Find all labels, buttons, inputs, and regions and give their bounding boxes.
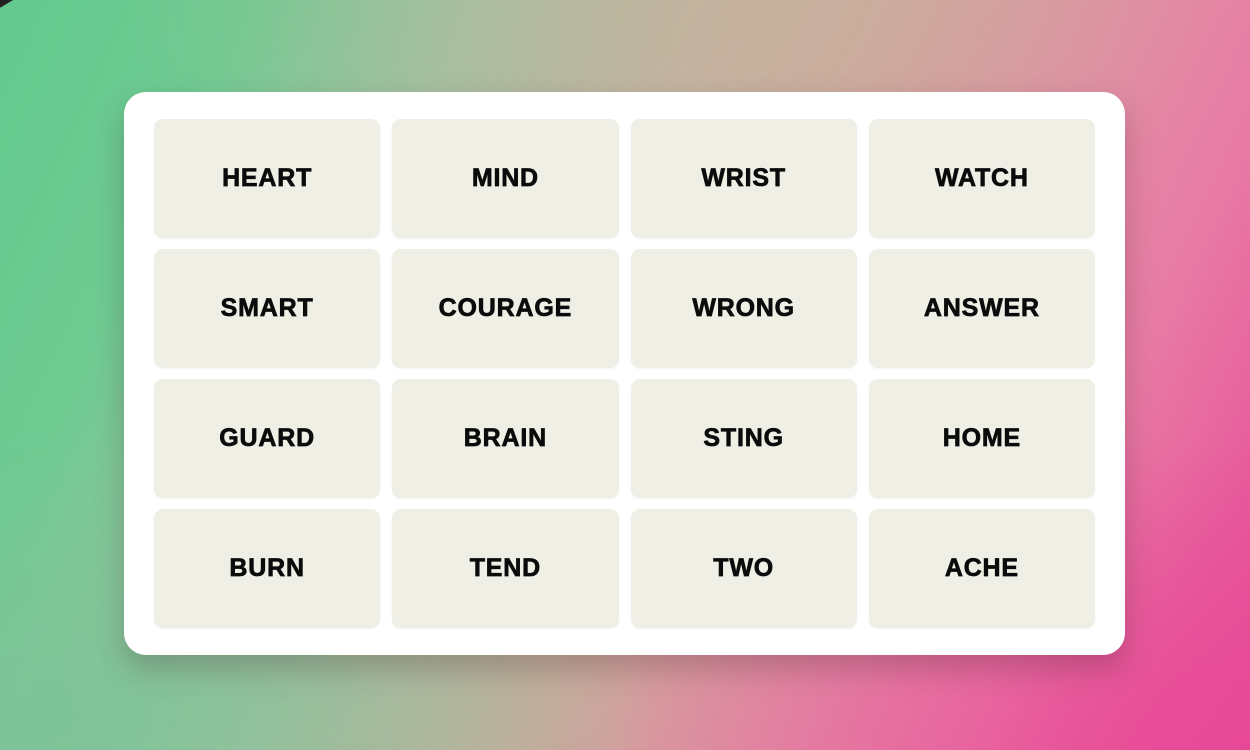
- word-tile-label: HEART: [222, 164, 313, 192]
- word-tile-label: SMART: [220, 294, 314, 322]
- word-tile-label: STING: [703, 424, 784, 452]
- word-tile[interactable]: WRIST: [630, 119, 857, 238]
- puzzle-screenshot: HEART MIND WRIST WATCH SMART COURAGE WRO…: [0, 0, 1250, 750]
- word-tile[interactable]: ACHE: [868, 509, 1095, 628]
- word-tile[interactable]: HEART: [154, 119, 381, 238]
- word-tile[interactable]: GUARD: [154, 379, 381, 498]
- word-tile-label: GUARD: [219, 424, 315, 452]
- word-tile-label: WRONG: [692, 294, 795, 322]
- word-tile[interactable]: WRONG: [630, 249, 857, 368]
- word-tile-label: TWO: [713, 554, 774, 582]
- word-tile-label: ACHE: [944, 554, 1019, 582]
- word-tile[interactable]: HOME: [868, 379, 1095, 498]
- word-tile[interactable]: MIND: [392, 119, 619, 238]
- word-tile[interactable]: BRAIN: [392, 379, 619, 498]
- word-tile[interactable]: BURN: [154, 509, 381, 628]
- word-tile-label: MIND: [471, 164, 539, 192]
- word-tile[interactable]: SMART: [154, 249, 381, 368]
- word-tile-label: BURN: [229, 554, 305, 582]
- word-tile[interactable]: WATCH: [868, 119, 1095, 238]
- word-tile-label: TEND: [469, 554, 541, 582]
- word-tile-label: ANSWER: [923, 294, 1040, 322]
- puzzle-card: HEART MIND WRIST WATCH SMART COURAGE WRO…: [124, 92, 1125, 655]
- word-tile[interactable]: TEND: [392, 509, 619, 628]
- word-tile-label: HOME: [942, 424, 1021, 452]
- word-tile[interactable]: ANSWER: [868, 249, 1095, 368]
- word-tile[interactable]: TWO: [630, 509, 857, 628]
- word-tile-label: WRIST: [701, 164, 786, 192]
- word-tile[interactable]: STING: [630, 379, 857, 498]
- word-grid: HEART MIND WRIST WATCH SMART COURAGE WRO…: [154, 119, 1095, 628]
- word-tile-label: WATCH: [934, 164, 1029, 192]
- word-tile[interactable]: COURAGE: [392, 249, 619, 368]
- word-tile-label: BRAIN: [463, 424, 547, 452]
- word-tile-label: COURAGE: [438, 294, 573, 322]
